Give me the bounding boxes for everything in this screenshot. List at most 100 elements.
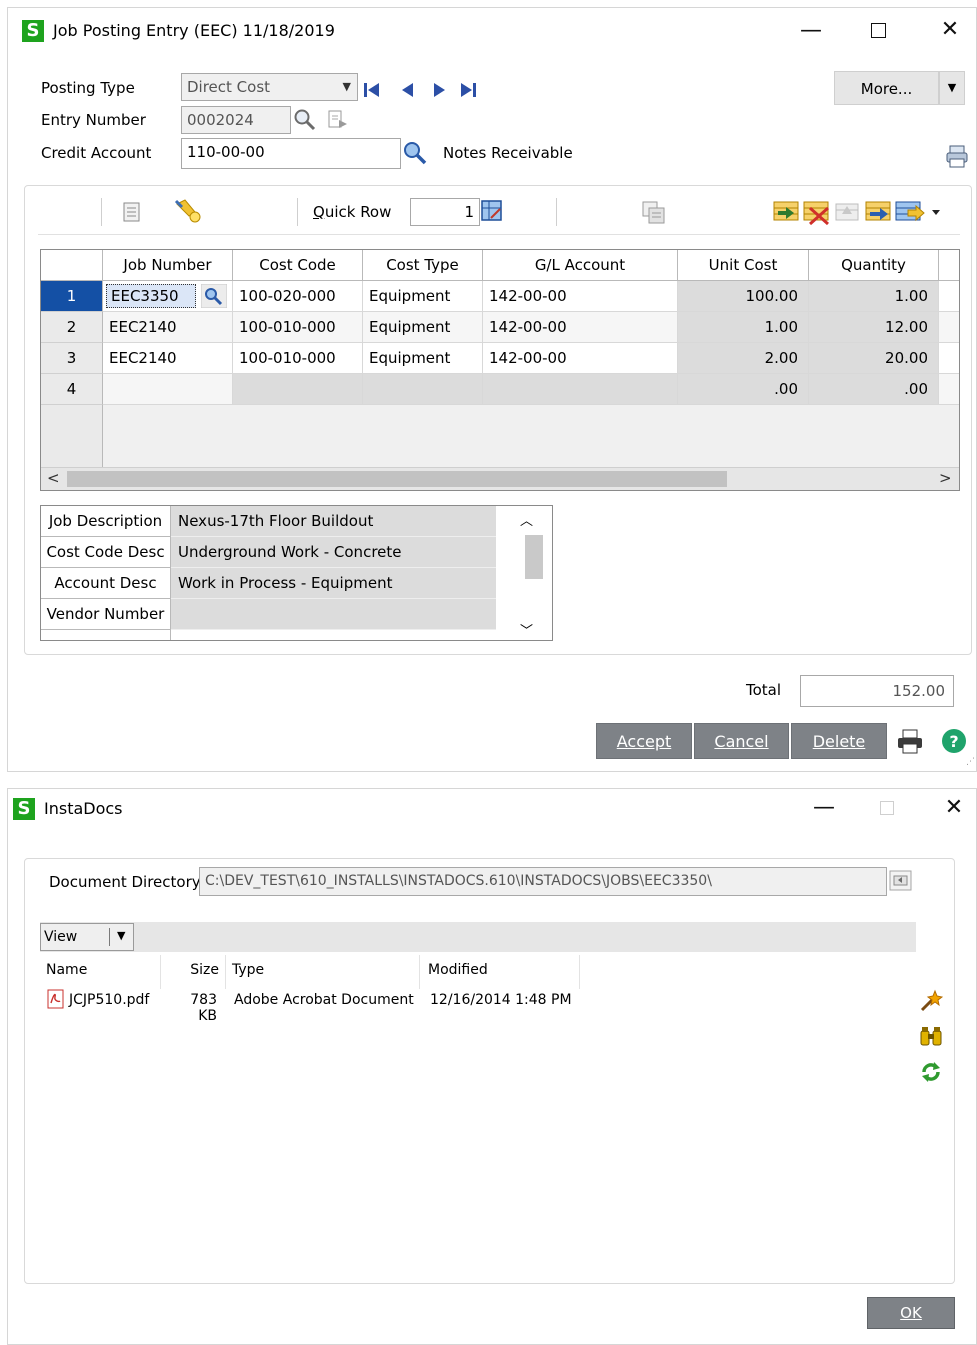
vendor-number-label: Vendor Number <box>41 599 171 630</box>
magic-wand-icon[interactable] <box>919 989 943 1013</box>
job-number-cell[interactable] <box>103 374 233 405</box>
more-dropdown-button[interactable]: ▼ <box>939 71 965 105</box>
credit-account-field[interactable]: 110-00-00 <box>181 138 401 169</box>
scroll-up-icon[interactable]: ︿ <box>520 510 533 529</box>
grid-edit-icon[interactable] <box>481 200 503 222</box>
column-header-job-number[interactable]: Job Number <box>103 250 233 281</box>
quick-row-value: 1 <box>464 203 474 221</box>
first-record-icon[interactable] <box>364 83 379 97</box>
scrollbar-thumb[interactable] <box>67 471 727 487</box>
column-header-cost-code[interactable]: Cost Code <box>233 250 363 281</box>
unit-cost-cell[interactable]: 2.00 <box>678 343 809 374</box>
svg-text:?: ? <box>949 732 958 751</box>
table-row[interactable]: EEC3350 <box>103 281 233 312</box>
column-header-unit-cost[interactable]: Unit Cost <box>678 250 809 281</box>
magnifier-icon[interactable] <box>293 108 317 132</box>
next-entry-icon[interactable] <box>327 109 351 131</box>
gl-account-cell[interactable]: 142-00-00 <box>483 281 678 312</box>
cancel-label: Cancel <box>714 732 769 751</box>
unit-cost-cell[interactable]: 100.00 <box>678 281 809 312</box>
printer-icon[interactable] <box>946 145 968 169</box>
column-header-gl-account[interactable]: G/L Account <box>483 250 678 281</box>
row-number[interactable]: 2 <box>41 312 103 343</box>
cost-code-cell[interactable] <box>233 374 363 405</box>
quantity-cell[interactable]: 12.00 <box>809 312 939 343</box>
total-value: 152.00 <box>892 682 946 700</box>
chevron-down-icon: ▼ <box>342 80 351 93</box>
insert-row-icon[interactable] <box>773 201 799 221</box>
cost-code-cell[interactable]: 100-010-000 <box>233 343 363 374</box>
cost-type-cell[interactable]: Equipment <box>363 312 483 343</box>
entry-number-field[interactable]: 0002024 <box>181 106 291 134</box>
minimize-button[interactable]: — <box>791 18 831 44</box>
row-number[interactable]: 3 <box>41 343 103 374</box>
export-rows-icon[interactable] <box>895 201 925 222</box>
gl-account-cell[interactable] <box>483 374 678 405</box>
quick-row-input[interactable]: 1 <box>410 198 480 226</box>
scroll-left-icon[interactable]: < <box>47 469 60 487</box>
next-record-icon[interactable] <box>434 83 445 97</box>
ok-button[interactable]: OK <box>867 1297 955 1329</box>
last-record-icon[interactable] <box>461 83 476 97</box>
delete-button[interactable]: Delete <box>791 723 887 759</box>
unit-cost-cell[interactable]: .00 <box>678 374 809 405</box>
more-button-label: More... <box>860 80 913 98</box>
column-header-name[interactable]: Name <box>40 955 161 989</box>
resize-grip-icon[interactable]: ⋰ <box>966 757 975 767</box>
column-header-size[interactable]: Size <box>161 955 226 989</box>
cost-type-cell[interactable]: Equipment <box>363 343 483 374</box>
minimize-button[interactable]: — <box>804 795 844 821</box>
column-header-cost-type[interactable]: Cost Type <box>363 250 483 281</box>
magnifier-icon[interactable] <box>201 284 227 308</box>
column-header-modified[interactable]: Modified <box>420 955 580 989</box>
magnifier-icon[interactable] <box>403 141 429 167</box>
cost-type-cell[interactable]: Equipment <box>363 281 483 312</box>
browse-folder-icon[interactable] <box>889 869 913 893</box>
scroll-right-icon[interactable]: > <box>939 469 952 487</box>
quantity-cell[interactable]: .00 <box>809 374 939 405</box>
chevron-down-icon[interactable] <box>932 210 940 215</box>
more-button[interactable]: More... <box>834 71 939 105</box>
sage-logo-icon: S <box>22 20 44 42</box>
notepad-icon[interactable] <box>122 201 142 223</box>
move-row-up-icon[interactable] <box>835 203 859 221</box>
previous-record-icon[interactable] <box>402 83 413 97</box>
document-directory-field[interactable]: C:\DEV_TEST\610_INSTALLS\INSTADOCS.610\I… <box>199 867 887 896</box>
row-number[interactable]: 1 <box>41 281 103 312</box>
printer-icon[interactable] <box>897 729 923 755</box>
maximize-button[interactable] <box>871 23 886 38</box>
scrollbar-thumb[interactable] <box>525 535 543 579</box>
column-header-type[interactable]: Type <box>226 955 420 989</box>
close-button[interactable]: ✕ <box>934 795 974 821</box>
vertical-scrollbar[interactable]: ︿ ﹀ <box>496 506 552 640</box>
close-button[interactable]: ✕ <box>930 17 970 43</box>
posting-type-select[interactable]: Direct Cost ▼ <box>181 73 358 101</box>
horizontal-scrollbar[interactable]: < > <box>41 467 959 490</box>
row-number[interactable]: 4 <box>41 374 103 405</box>
move-row-down-icon[interactable] <box>865 201 891 221</box>
refresh-icon[interactable] <box>919 1060 943 1084</box>
cost-code-cell[interactable]: 100-020-000 <box>233 281 363 312</box>
view-dropdown[interactable]: View ▼ <box>40 923 134 951</box>
cost-code-cell[interactable]: 100-010-000 <box>233 312 363 343</box>
binoculars-icon[interactable] <box>919 1025 943 1049</box>
cancel-button[interactable]: Cancel <box>694 723 789 759</box>
list-item[interactable]: JCJP510.pdf 783 KB Adobe Acrobat Documen… <box>40 988 600 1024</box>
job-number-cell[interactable]: EEC2140 <box>103 343 233 374</box>
flashlight-icon[interactable] <box>173 198 203 224</box>
column-header-quantity[interactable]: Quantity <box>809 250 939 281</box>
delete-row-icon[interactable] <box>803 201 829 226</box>
quantity-cell[interactable]: 20.00 <box>809 343 939 374</box>
accept-button[interactable]: Accept <box>596 723 692 759</box>
gl-account-cell[interactable]: 142-00-00 <box>483 312 678 343</box>
copy-lines-icon[interactable] <box>641 200 667 226</box>
job-number-cell[interactable]: EEC2140 <box>103 312 233 343</box>
scroll-down-icon[interactable]: ﹀ <box>520 620 533 639</box>
job-number-cell[interactable]: EEC3350 <box>106 284 196 308</box>
cost-type-cell[interactable] <box>363 374 483 405</box>
chevron-down-icon: ▼ <box>117 929 126 942</box>
help-icon[interactable]: ? <box>941 728 967 754</box>
unit-cost-cell[interactable]: 1.00 <box>678 312 809 343</box>
quantity-cell[interactable]: 1.00 <box>809 281 939 312</box>
gl-account-cell[interactable]: 142-00-00 <box>483 343 678 374</box>
